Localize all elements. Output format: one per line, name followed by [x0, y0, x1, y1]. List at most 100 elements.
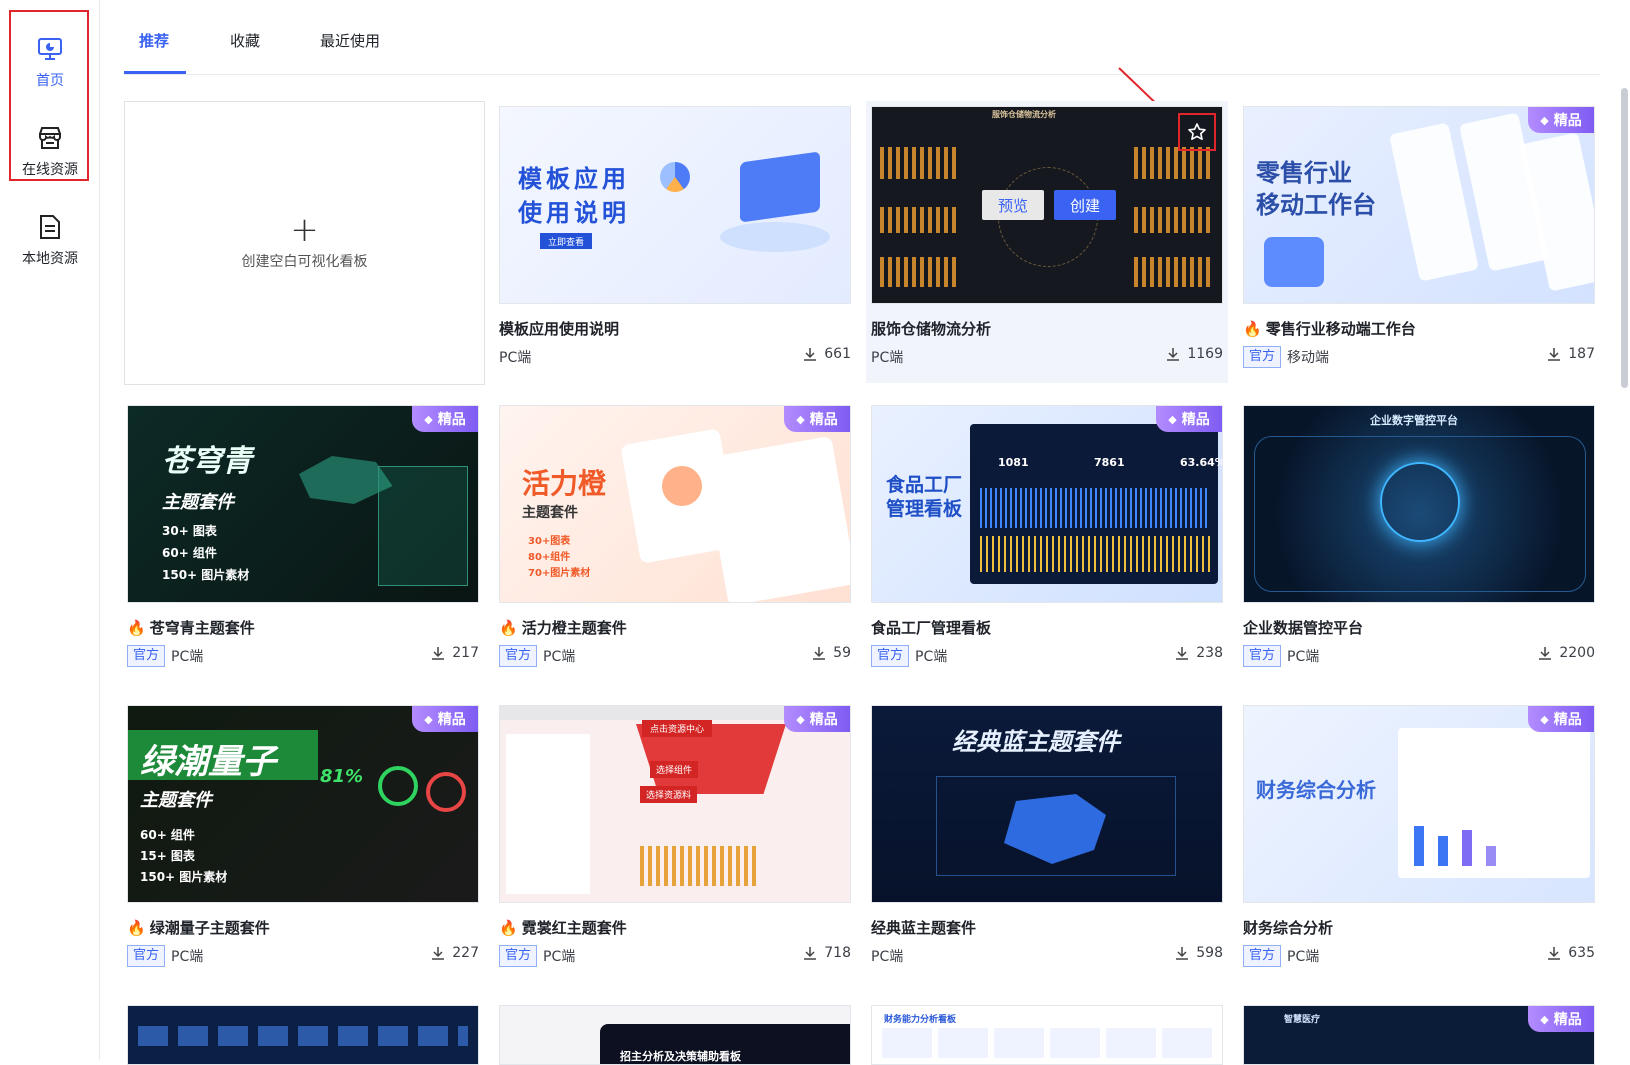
platform-label: PC端: [171, 949, 204, 965]
sidebar-item-label: 在线资源: [22, 162, 78, 178]
template-thumbnail[interactable]: 服饰仓储物流分析 预览 创建: [871, 106, 1223, 304]
template-thumbnail[interactable]: 企业数字管控平台: [1243, 405, 1595, 603]
illustration: [138, 1026, 468, 1046]
illustration: [662, 466, 702, 506]
card-title: 🔥 苍穹青主题套件: [127, 618, 255, 638]
premium-badge: ◆ 精品: [412, 406, 478, 432]
create-blank-label: 创建空白可视化看板: [241, 254, 368, 270]
download-count: 718: [802, 945, 851, 961]
diamond-icon: ◆: [796, 712, 805, 726]
template-thumbnail[interactable]: 绿潮量子 主题套件 60+ 组件 15+ 图表 150+ 图片素材 81% ◆ 精…: [127, 705, 479, 903]
diamond-icon: ◆: [1540, 1012, 1549, 1026]
thumb-text: 食品工厂: [886, 474, 963, 496]
download-count: 2200: [1537, 645, 1595, 661]
template-thumbnail[interactable]: 零售行业 移动工作台 ◆ 精品: [1243, 106, 1595, 304]
template-thumbnail[interactable]: 苍穹青 主题套件 30+ 图表 60+ 组件 150+ 图片素材 ◆ 精品: [127, 405, 479, 603]
template-thumbnail[interactable]: 财务能力分析看板: [871, 1005, 1223, 1065]
tab-recent[interactable]: 最近使用: [320, 30, 380, 51]
template-thumbnail[interactable]: 招主分析及决策辅助看板: [499, 1005, 851, 1065]
platform-label: PC端: [871, 350, 904, 366]
card-title: 模板应用使用说明: [499, 320, 620, 338]
diamond-icon: ◆: [796, 412, 805, 426]
illustration: [880, 147, 960, 179]
card-title: 企业数据管控平台: [1243, 619, 1364, 637]
template-thumbnail[interactable]: 食品工厂 管理看板 1081 7861 63.64% ◆ 精品: [871, 405, 1223, 603]
create-button[interactable]: 创建: [1054, 190, 1116, 220]
card-meta: PC端 1169: [871, 344, 1223, 370]
illustration: [426, 772, 466, 812]
illustration: [1414, 826, 1424, 866]
thumb-text: 30+ 图表: [162, 524, 217, 538]
thumb-text: 选择资源料: [640, 786, 698, 803]
thumb-text: 30+图表: [528, 536, 571, 547]
illustration: [882, 1028, 1212, 1058]
platform-label: PC端: [1287, 649, 1320, 665]
preview-button[interactable]: 预览: [982, 190, 1044, 220]
template-thumbnail[interactable]: [127, 1005, 479, 1065]
download-icon: [1167, 348, 1180, 361]
download-count: 187: [1546, 346, 1595, 362]
scrollbar-thumb[interactable]: [1621, 88, 1628, 388]
illustration: [506, 734, 590, 894]
download-count: 635: [1546, 945, 1595, 961]
template-thumbnail[interactable]: 模板应用 使用说明 立即查看: [499, 106, 851, 304]
card-title: 财务综合分析: [1243, 919, 1334, 937]
download-icon: [1176, 947, 1189, 960]
card-title: 🔥 活力橙主题套件: [499, 618, 627, 638]
thumb-text: 财务能力分析看板: [884, 1015, 957, 1025]
illustration: [1438, 836, 1448, 866]
template-thumbnail[interactable]: 智慧医疗 ◆ 精品: [1243, 1005, 1595, 1065]
official-tag: 官方: [499, 945, 538, 967]
star-icon: [1188, 123, 1206, 140]
thumb-text: 移动工作台: [1256, 191, 1376, 219]
tab-favorites[interactable]: 收藏: [230, 30, 260, 51]
premium-badge: ◆ 精品: [784, 406, 850, 432]
sidebar-item-label: 本地资源: [22, 251, 78, 267]
template-thumbnail[interactable]: 活力橙 主题套件 30+图表 80+组件 70+图片素材 ◆ 精品: [499, 405, 851, 603]
thumb-text: 零售行业: [1256, 159, 1352, 187]
thumb-text: 财务综合分析: [1256, 778, 1376, 802]
thumb-text: 主题套件: [522, 505, 578, 521]
download-count: 1169: [1165, 346, 1223, 362]
create-blank-dashboard-card[interactable]: + 创建空白可视化看板: [124, 101, 485, 385]
thumb-text: 模板应用: [518, 165, 630, 193]
illustration: [980, 488, 1210, 528]
official-tag: 官方: [1243, 645, 1282, 667]
template-thumbnail[interactable]: 财务综合分析 ◆ 精品: [1243, 705, 1595, 903]
thumb-text: 150+ 图片素材: [140, 870, 228, 884]
illustration: [1134, 207, 1214, 233]
sidebar: 首页 在线资源 本地资源: [0, 0, 100, 1060]
thumb-text: 60+ 组件: [162, 546, 217, 560]
sidebar-item-online-resources[interactable]: 在线资源: [0, 111, 100, 191]
thumb-text: 主题套件: [162, 492, 234, 513]
premium-badge: ◆ 精品: [1528, 107, 1594, 133]
thumb-text: 60+ 组件: [140, 828, 195, 842]
platform-label: PC端: [1287, 949, 1320, 965]
sidebar-item-local-resources[interactable]: 本地资源: [0, 200, 100, 280]
template-thumbnail[interactable]: 点击资源中心 选择组件 选择资源料 ◆ 精品: [499, 705, 851, 903]
card-meta: 官方 PC端 217: [127, 643, 479, 669]
card-title: 🔥 绿潮量子主题套件: [127, 918, 270, 938]
diamond-icon: ◆: [424, 412, 433, 426]
thumb-text: 智慧医疗: [1284, 1015, 1321, 1025]
card-meta: 官方 PC端 718: [499, 943, 851, 969]
card-meta: 官方 PC端 59: [499, 643, 851, 669]
tab-recommended[interactable]: 推荐: [139, 30, 169, 51]
platform-label: PC端: [499, 350, 532, 366]
card-meta: 官方 PC端 238: [871, 643, 1223, 669]
card-meta: 官方 PC端 2200: [1243, 643, 1595, 669]
illustration: [720, 222, 830, 252]
store-icon: [35, 123, 65, 153]
thumb-text: 管理看板: [886, 498, 963, 520]
card-title: 🔥 零售行业移动端工作台: [1243, 319, 1416, 339]
favorite-button[interactable]: [1178, 113, 1216, 151]
thumb-text: 使用说明: [518, 199, 630, 227]
download-count: 227: [430, 945, 479, 961]
illustration: [378, 766, 418, 806]
sidebar-item-home[interactable]: 首页: [0, 22, 100, 102]
thumb-text: 70+图片素材: [528, 568, 591, 579]
template-thumbnail[interactable]: 经典蓝主题套件: [871, 705, 1223, 903]
thumb-text: 服饰仓储物流分析: [992, 110, 1056, 119]
thumb-text: 招主分析及决策辅助看板: [620, 1050, 741, 1063]
illustration: [880, 207, 960, 233]
